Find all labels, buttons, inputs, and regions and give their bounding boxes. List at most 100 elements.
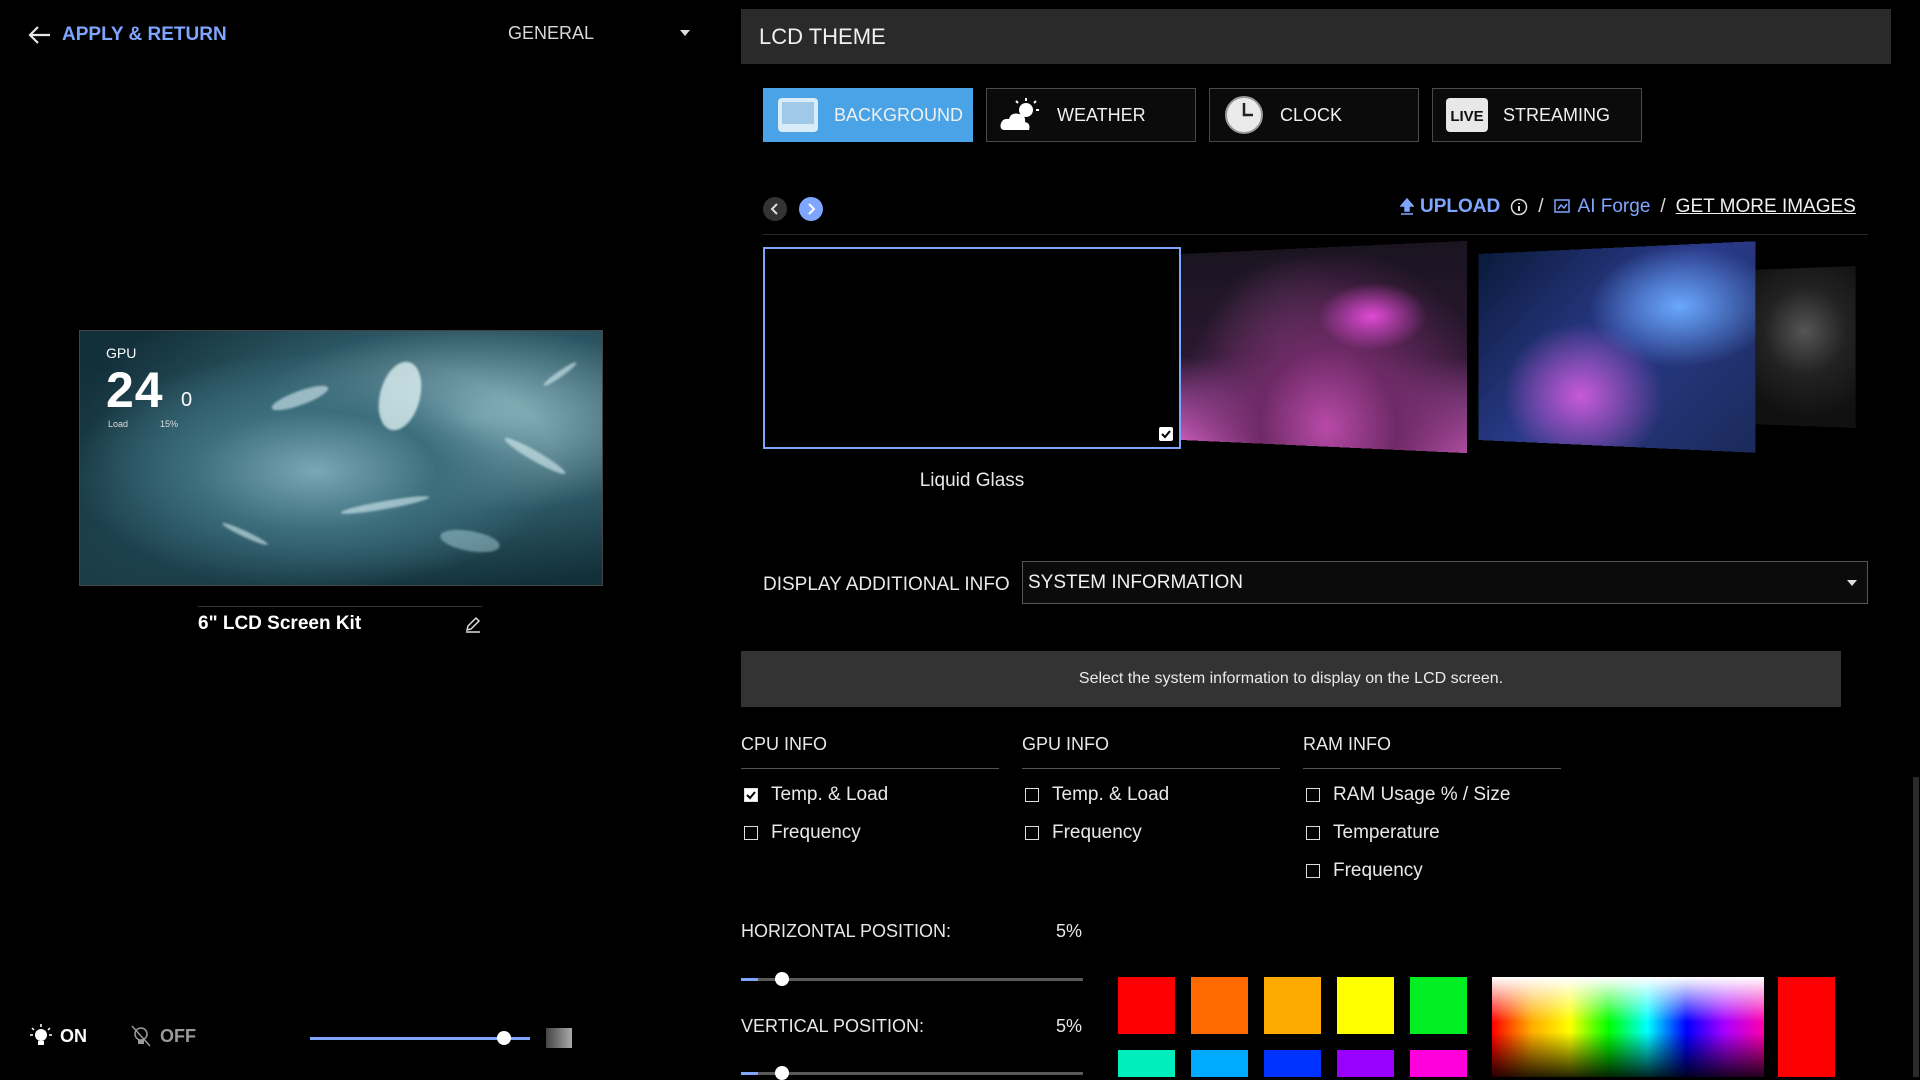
checkbox-label: Frequency: [1052, 822, 1142, 843]
svg-text:LIVE: LIVE: [1450, 108, 1483, 125]
gallery-next-button[interactable]: [799, 197, 823, 221]
checkbox-empty-icon: [1025, 826, 1039, 840]
checkbox-label: Frequency: [771, 822, 861, 843]
color-swatch[interactable]: [1191, 977, 1248, 1034]
vertical-position-value: 5%: [1056, 1016, 1083, 1036]
hint-banner: Select the system information to display…: [741, 651, 1841, 707]
horizontal-position-slider[interactable]: [741, 972, 1083, 986]
ram-info-title: RAM INFO: [1303, 734, 1391, 754]
scrollbar[interactable]: [1913, 777, 1919, 1077]
brightness-indicator: [546, 1028, 572, 1048]
color-swatch[interactable]: [1264, 1050, 1321, 1077]
mode-dropdown-value: GENERAL: [508, 22, 595, 43]
color-swatch[interactable]: [1337, 1050, 1394, 1077]
color-swatch[interactable]: [1191, 1050, 1248, 1077]
background-thumbnail-selected[interactable]: [763, 247, 1181, 449]
tab-weather[interactable]: WEATHER: [986, 88, 1196, 142]
weather-icon: [999, 96, 1043, 134]
live-icon: LIVE: [1445, 96, 1489, 134]
apply-and-return-label: APPLY & RETURN: [62, 24, 227, 45]
color-spectrum-picker[interactable]: [1492, 977, 1764, 1077]
slider-fill: [741, 1072, 758, 1075]
vertical-position-label: VERTICAL POSITION:: [741, 1016, 925, 1036]
edit-pencil-icon[interactable]: [464, 615, 482, 633]
cpu-frequency-checkbox[interactable]: Frequency: [744, 822, 861, 844]
checkbox-label: Frequency: [1333, 860, 1423, 881]
cpu-temp-load-checkbox[interactable]: Temp. & Load: [744, 784, 888, 806]
checkbox-empty-icon: [1306, 788, 1320, 802]
tab-background-label: BACKGROUND: [834, 104, 964, 125]
brightness-slider-thumb[interactable]: [497, 1031, 511, 1045]
gpu-temp-load-checkbox[interactable]: Temp. & Load: [1025, 784, 1169, 806]
ram-temperature-checkbox[interactable]: Temperature: [1306, 822, 1440, 844]
tab-clock[interactable]: CLOCK: [1209, 88, 1419, 142]
horizontal-position-value: 5%: [1056, 921, 1083, 941]
checkbox-label: Temperature: [1333, 822, 1440, 843]
apply-and-return-button[interactable]: APPLY & RETURN: [28, 24, 227, 46]
background-thumbnail[interactable]: [1478, 241, 1756, 453]
gpu-info-title: GPU INFO: [1022, 734, 1110, 754]
checkbox-empty-icon: [1306, 864, 1320, 878]
checkbox-label: Temp. & Load: [1052, 784, 1170, 805]
image-source-links: UPLOAD / AI Forge / GET MORE IMAGES: [1400, 196, 1856, 218]
display-additional-info-value: SYSTEM INFORMATION: [1028, 571, 1243, 593]
get-more-images-link[interactable]: GET MORE IMAGES: [1676, 196, 1856, 218]
divider: [1022, 768, 1280, 769]
checkbox-empty-icon: [1025, 788, 1039, 802]
separator: /: [1660, 196, 1666, 217]
ai-forge-icon: [1553, 199, 1570, 213]
ai-forge-label: AI Forge: [1577, 196, 1651, 217]
vertical-position-thumb[interactable]: [775, 1066, 789, 1080]
color-swatch[interactable]: [1118, 977, 1175, 1034]
preview-gpu-label: GPU: [106, 345, 137, 361]
color-swatch[interactable]: [1118, 1050, 1175, 1077]
preview-temp-unit: 0: [181, 389, 193, 411]
display-additional-info-label: DISPLAY ADDITIONAL INFO: [763, 574, 1010, 595]
background-thumbnail[interactable]: [1755, 266, 1856, 428]
kit-name-row: 6" LCD Screen Kit: [198, 606, 482, 641]
horizontal-position-thumb[interactable]: [775, 972, 789, 986]
display-additional-info-select[interactable]: SYSTEM INFORMATION: [1022, 561, 1868, 604]
preview-load-value: 15%: [160, 419, 179, 429]
upload-icon: [1400, 198, 1414, 215]
lightbulb-off-icon: [131, 1025, 151, 1047]
checkmark-icon: [1159, 427, 1173, 441]
info-icon[interactable]: [1510, 198, 1528, 216]
cpu-info-title: CPU INFO: [741, 734, 828, 754]
tab-streaming-label: STREAMING: [1503, 104, 1611, 125]
preview-temp-value: 24: [106, 362, 164, 418]
vertical-position-slider[interactable]: [741, 1066, 1083, 1080]
checkbox-label: Temp. & Load: [771, 784, 889, 805]
mode-dropdown[interactable]: GENERAL: [508, 20, 690, 46]
hint-text: Select the system information to display…: [1078, 670, 1504, 687]
gpu-frequency-checkbox[interactable]: Frequency: [1025, 822, 1142, 844]
color-swatch[interactable]: [1264, 977, 1321, 1034]
lcd-on-label: ON: [60, 1025, 87, 1046]
gallery-prev-button[interactable]: [763, 197, 787, 221]
color-swatch[interactable]: [1410, 977, 1467, 1034]
background-thumbnail[interactable]: [1176, 240, 1467, 454]
lightbulb-icon: [30, 1024, 52, 1045]
upload-label: UPLOAD: [1420, 196, 1501, 217]
lcd-off-label: OFF: [160, 1025, 196, 1046]
arrow-left-icon: [28, 26, 50, 44]
color-swatch[interactable]: [1410, 1050, 1467, 1077]
tab-background[interactable]: BACKGROUND: [763, 88, 973, 142]
color-swatch[interactable]: [1337, 977, 1394, 1034]
lcd-on-button[interactable]: ON: [30, 1024, 87, 1048]
tab-weather-label: WEATHER: [1057, 104, 1146, 125]
tab-streaming[interactable]: LIVE STREAMING: [1432, 88, 1642, 142]
chevron-left-icon: [770, 203, 778, 215]
current-color-preview: [1778, 977, 1835, 1077]
ai-forge-link[interactable]: AI Forge: [1553, 196, 1651, 218]
chevron-right-icon: [808, 203, 816, 215]
divider: [741, 768, 999, 769]
lcd-off-button[interactable]: OFF: [130, 1024, 196, 1048]
upload-button[interactable]: UPLOAD: [1400, 196, 1500, 218]
ram-usage-checkbox[interactable]: RAM Usage % / Size: [1306, 784, 1510, 806]
preview-load-label: Load: [108, 419, 129, 429]
chevron-down-icon: [680, 30, 690, 36]
ram-frequency-checkbox[interactable]: Frequency: [1306, 860, 1423, 882]
lcd-theme-header: LCD THEME: [741, 9, 1891, 64]
tab-clock-label: CLOCK: [1280, 104, 1343, 125]
